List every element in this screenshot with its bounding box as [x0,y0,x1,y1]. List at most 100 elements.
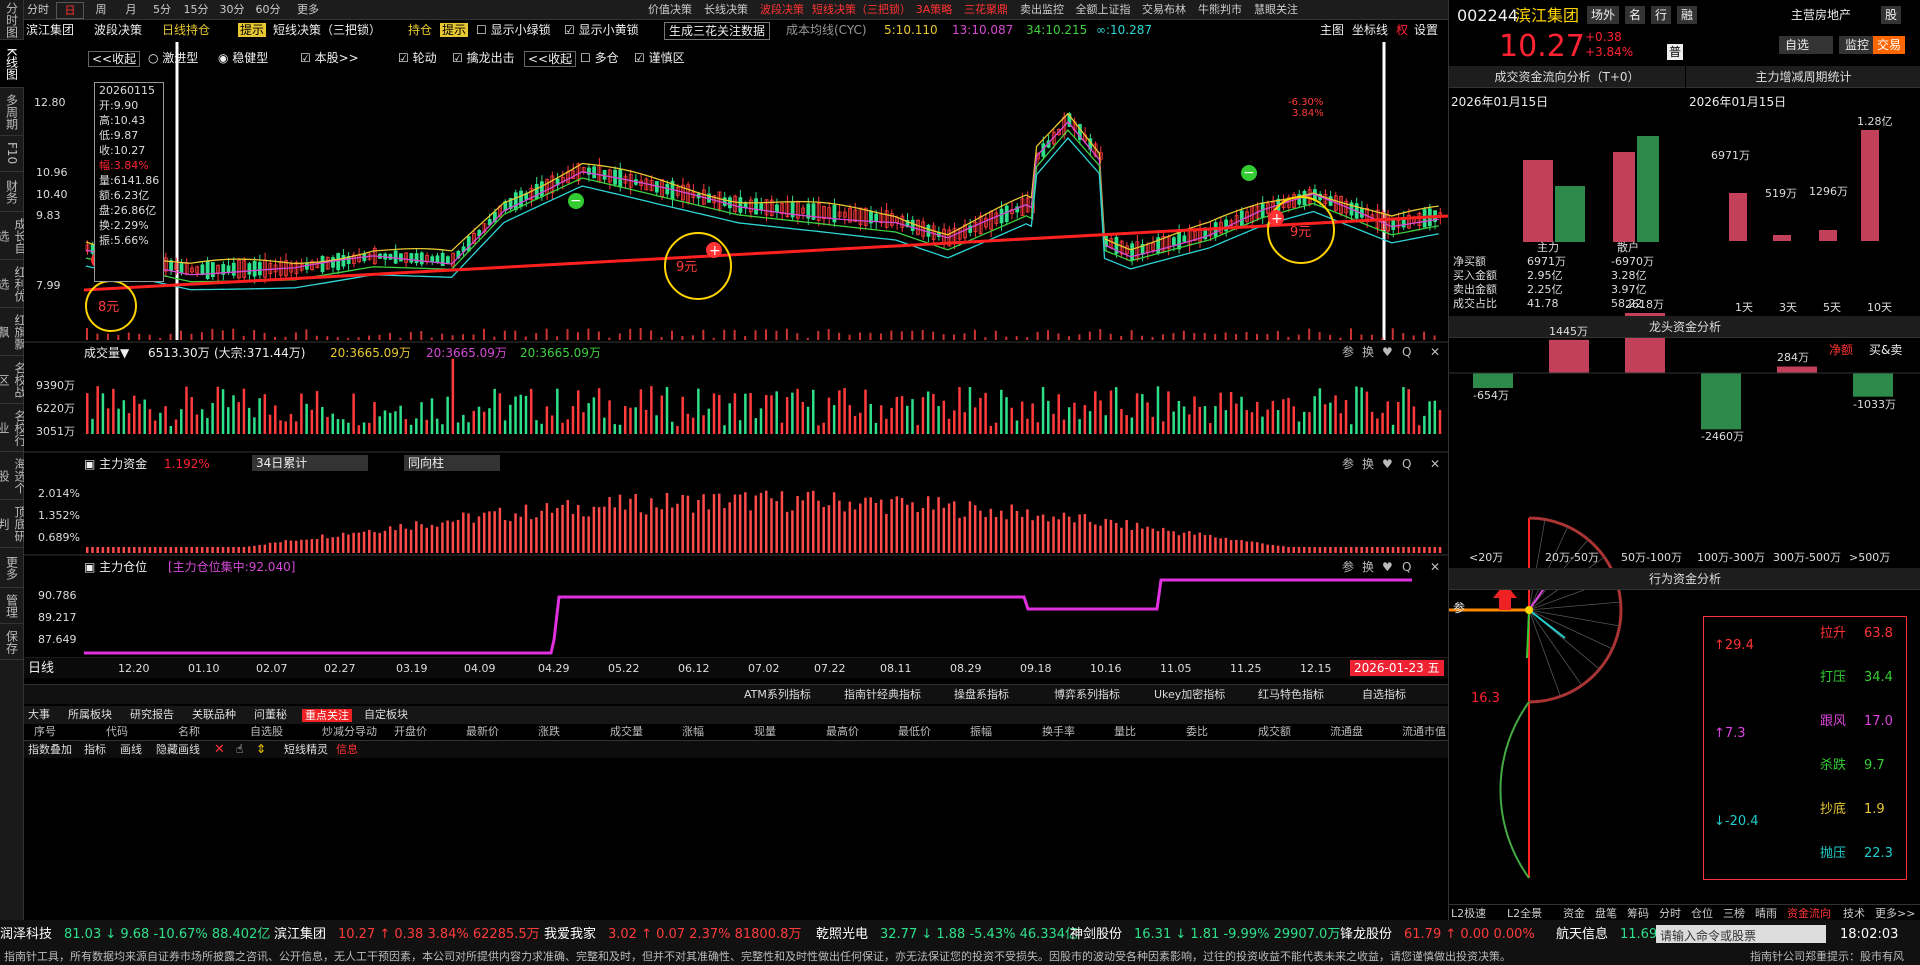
left-tab-11[interactable]: 顶底研判 [0,500,27,548]
ticker-name-3[interactable]: 乾照光电 [816,928,868,941]
ticker-name-2[interactable]: 我爱我家 [544,928,596,941]
pos-label[interactable]: ▣ 主力仓位 [84,561,147,573]
ticker-name-6[interactable]: 航天信息 [1556,928,1608,941]
period-8[interactable]: 更多>> [288,2,328,32]
tool-5[interactable]: 三花聚鼎 [960,2,1012,19]
left-tab-2[interactable]: 多周期 [0,88,24,136]
col-header-13[interactable]: 振幅 [970,726,992,737]
col-header-11[interactable]: 最高价 [826,726,859,737]
tool-row-4[interactable]: 短线精灵 [284,744,328,755]
ticker-name-0[interactable]: 润泽科技 [0,928,52,941]
indicator-cat-4[interactable]: Ukey加密指标 [1154,689,1225,700]
right-bottom-tab-7[interactable]: 三榜 [1723,908,1745,919]
indicator-cat-6[interactable]: 自选指标 [1362,689,1406,700]
move-icon[interactable]: ⇕ [256,743,266,755]
vol-label[interactable]: 成交量▼ [84,347,129,359]
col-header-17[interactable]: 成交额 [1258,726,1291,737]
tool-9[interactable]: 牛熊判市 [1194,2,1246,19]
bottom-tab-6[interactable]: 自定板块 [364,709,408,720]
right-bottom-tab-8[interactable]: 晴雨 [1755,908,1777,919]
panel-icon-0-1[interactable]: 换 [1362,346,1374,358]
left-tab-9[interactable]: 名校行业 [0,404,27,452]
col-header-4[interactable]: 炒减分导动 [322,726,377,737]
indicator-cat-0[interactable]: ATM系列指标 [744,689,811,700]
tool-row-1[interactable]: 指标 [84,744,106,755]
panel-icon-1-2[interactable]: ♥ [1382,458,1393,470]
left-tab-13[interactable]: 管理 [0,588,24,624]
period-5[interactable]: 15分 [180,2,212,19]
period-7[interactable]: 60分 [252,2,284,19]
tool-7[interactable]: 全额上证指数 [1072,2,1134,32]
panel-icon-0-2[interactable]: ♥ [1382,346,1393,358]
period-6[interactable]: 30分 [216,2,248,19]
period-3[interactable]: 月 [118,2,144,19]
indicator-cat-3[interactable]: 博弈系列指标 [1054,689,1120,700]
trade-button[interactable]: 交易 [1873,36,1906,54]
left-tab-1[interactable]: K线图 [0,40,24,88]
fund-select-1[interactable]: 34日累计 [252,455,368,471]
col-header-16[interactable]: 委比 [1186,726,1208,737]
right-bottom-tab-9[interactable]: 资金流向 [1787,908,1831,919]
period-1[interactable]: 日 [56,2,84,19]
tool-row-2[interactable]: 画线 [120,744,142,755]
delete-icon[interactable]: ✕ [214,743,225,756]
bottom-tab-3[interactable]: 关联品种 [192,709,236,720]
tool-row-0[interactable]: 指数叠加 [28,744,72,755]
bottom-tab-4[interactable]: 问董秘 [254,709,287,720]
right-bottom-tab-2[interactable]: 资金 [1563,908,1585,919]
right-bottom-tab-5[interactable]: 分时 [1659,908,1681,919]
hand-icon[interactable]: ☝ [236,743,243,755]
industry-button[interactable]: 行 [1651,6,1672,24]
ticker-name-4[interactable]: 神剑股份 [1070,928,1122,941]
ticker-name-5[interactable]: 锋龙股份 [1340,928,1392,941]
close-icon-1[interactable]: ✕ [1430,458,1440,470]
dragon-tab-buysell[interactable]: 买&卖 [1869,344,1902,356]
left-tab-4[interactable]: 财务 [0,172,24,212]
bottom-tab-2[interactable]: 研究报告 [130,709,174,720]
col-header-9[interactable]: 涨幅 [682,726,704,737]
right-bottom-tab-0[interactable]: L2极速 [1451,908,1486,919]
panel-icon-2-3[interactable]: Q [1402,561,1411,573]
col-header-18[interactable]: 流通盘 [1330,726,1363,737]
fund-select-2[interactable]: 同向柱 [404,455,500,471]
panel-icon-1-3[interactable]: Q [1402,458,1411,470]
name-button[interactable]: 名 [1625,6,1646,24]
tool-6[interactable]: 卖出监控 [1016,2,1068,19]
left-tab-7[interactable]: 红旗飘飘 [0,308,27,356]
dragon-tab-net[interactable]: 净额 [1829,344,1853,356]
col-header-3[interactable]: 自选股 [250,726,283,737]
watchlist-button[interactable]: 自选 [1779,36,1833,54]
right-bottom-tab-4[interactable]: 筹码 [1627,908,1649,919]
left-tab-8[interactable]: 名校战区 [0,356,27,404]
tool-8[interactable]: 交易布林 [1138,2,1190,19]
col-header-10[interactable]: 现量 [754,726,776,737]
panel-icon-2-2[interactable]: ♥ [1382,561,1393,573]
right-bottom-tab-6[interactable]: 仓位 [1691,908,1713,919]
tool-0[interactable]: 价值决策 [644,2,696,19]
right-bottom-tab-3[interactable]: 盘笔 [1595,908,1617,919]
left-tab-12[interactable]: 更多 [0,548,24,588]
col-header-12[interactable]: 最低价 [898,726,931,737]
col-header-6[interactable]: 最新价 [466,726,499,737]
col-header-2[interactable]: 名称 [178,726,200,737]
bottom-tab-1[interactable]: 所属板块 [68,709,112,720]
otc-button[interactable]: 场外 [1587,6,1620,24]
col-header-8[interactable]: 成交量 [610,726,643,737]
panel-icon-0-3[interactable]: Q [1402,346,1411,358]
left-tab-14[interactable]: 保存 [0,624,24,660]
left-tab-6[interactable]: 红利优选 [0,260,27,308]
tool-row-3[interactable]: 隐藏画线 [156,744,200,755]
col-header-1[interactable]: 代码 [106,726,128,737]
period-2[interactable]: 周 [88,2,114,19]
left-tab-3[interactable]: F10 [0,136,24,172]
col-header-7[interactable]: 涨跌 [538,726,560,737]
panel-icon-0-0[interactable]: 参 [1342,346,1354,358]
col-header-14[interactable]: 换手率 [1042,726,1075,737]
fund-label[interactable]: ▣ 主力资金 [84,458,147,470]
left-tab-5[interactable]: 成长自选 [0,212,27,260]
panel-icon-2-0[interactable]: 参 [1342,561,1354,573]
tool-1[interactable]: 长线决策 [700,2,752,19]
period-0[interactable]: 分时 [24,2,52,19]
command-input[interactable]: 请输入命令或股票 [1656,925,1826,943]
right-bottom-tab-11[interactable]: 更多>> [1875,908,1915,919]
